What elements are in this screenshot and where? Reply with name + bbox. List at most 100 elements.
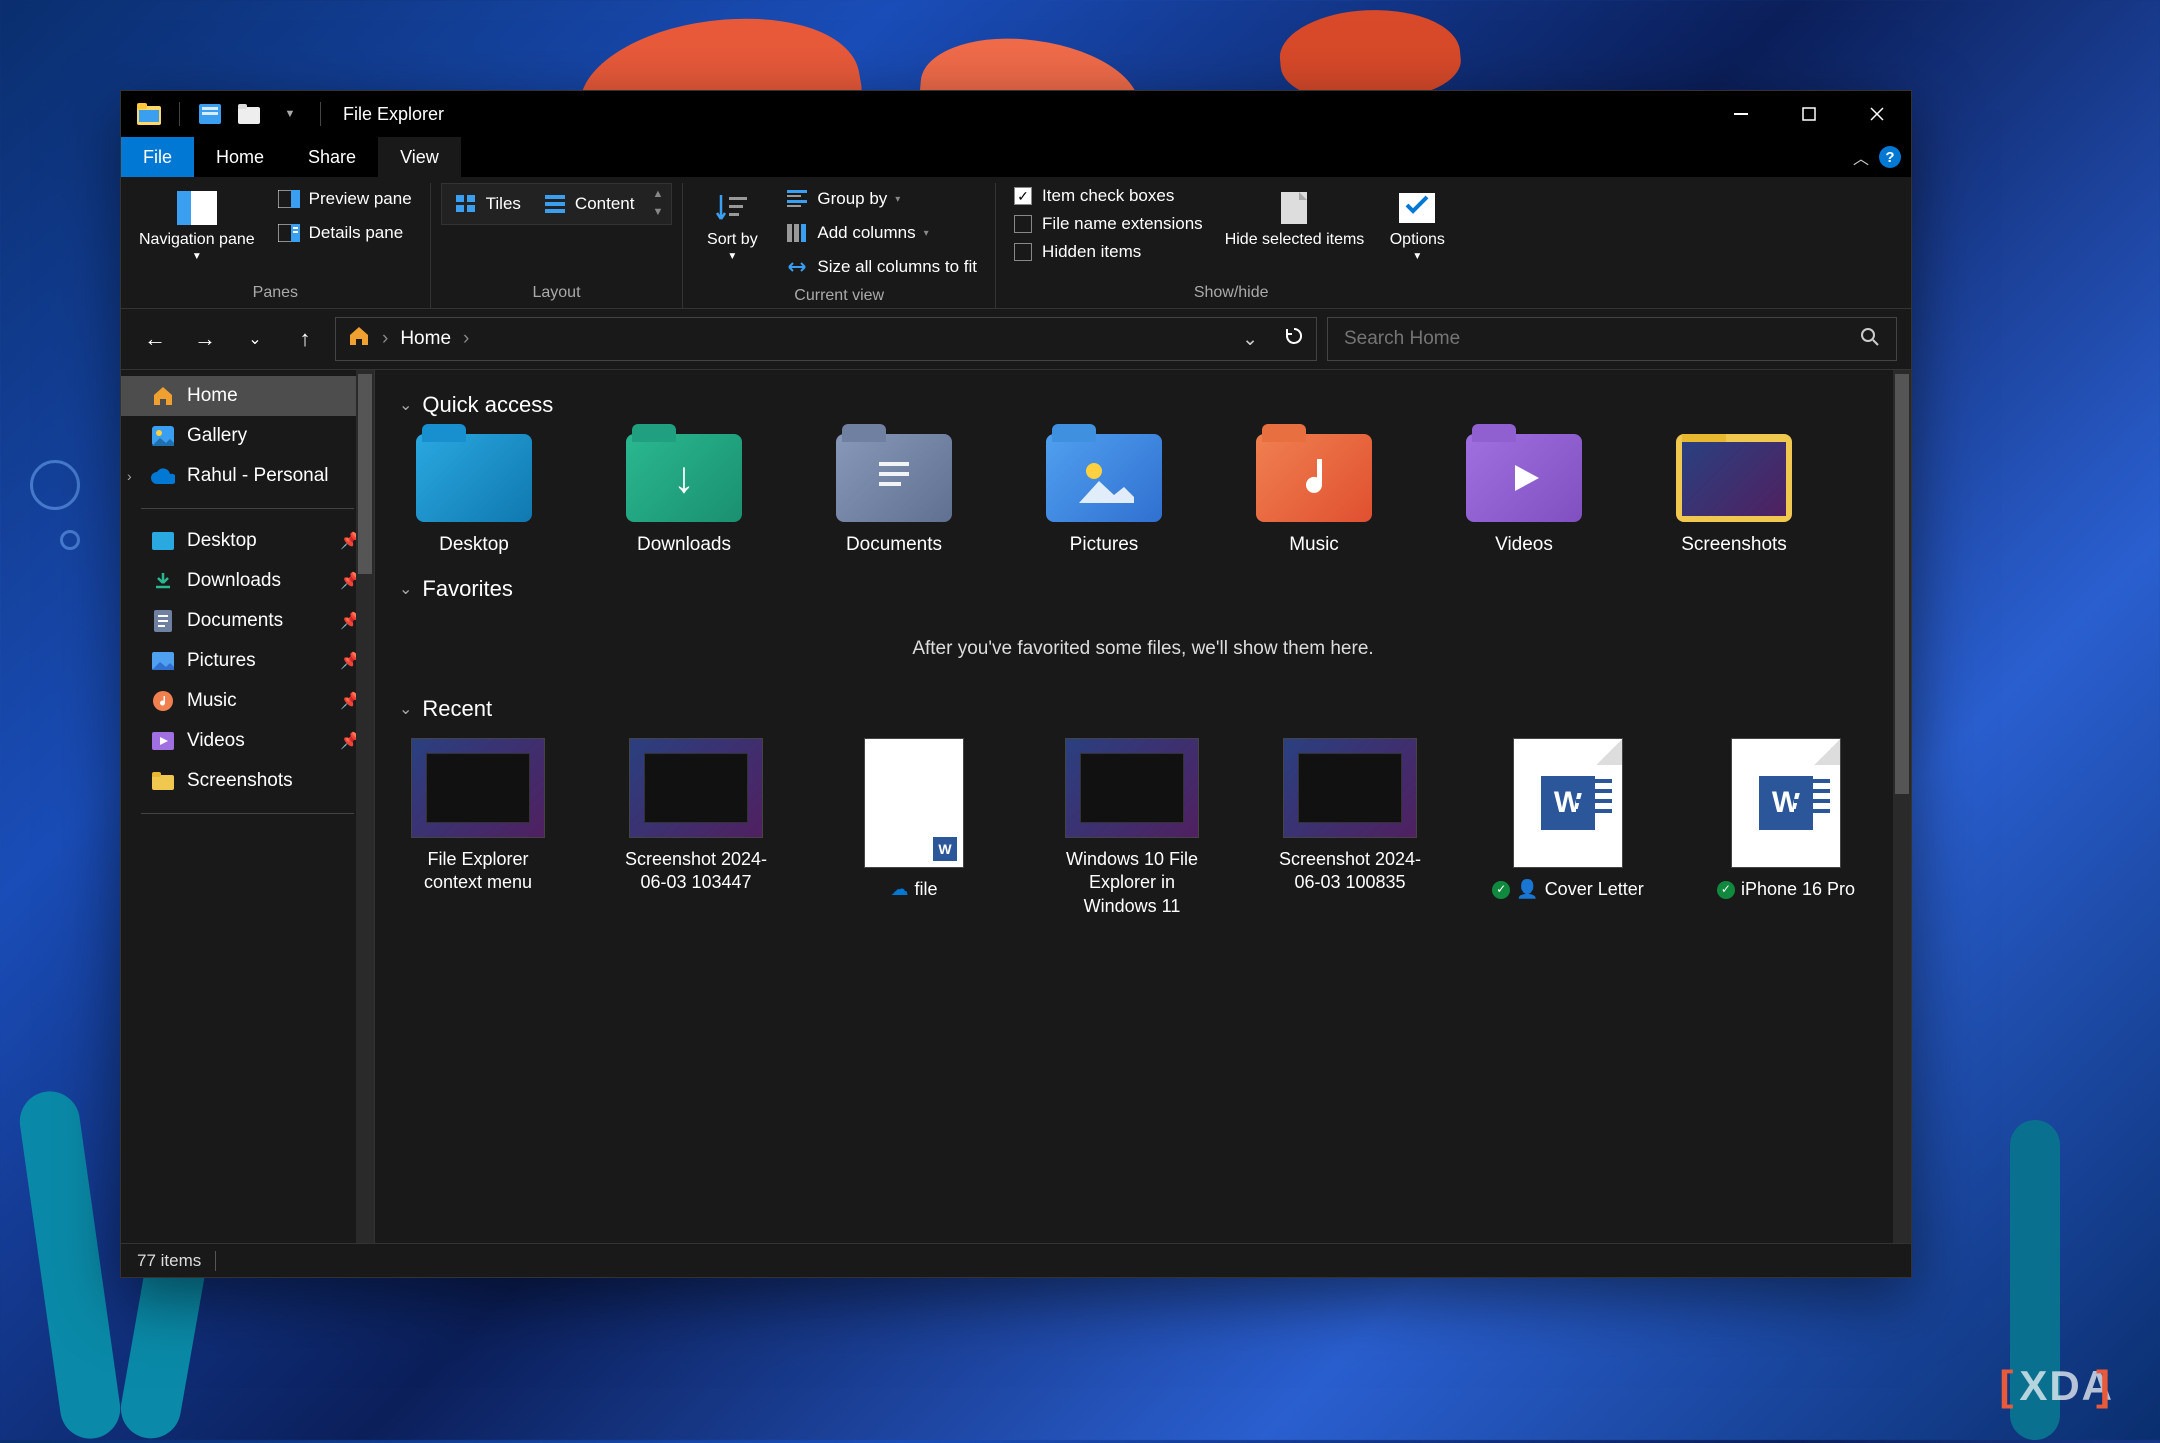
recent-item[interactable]: Windows 10 File Explorer in Windows 11 <box>1053 738 1211 918</box>
layout-scroll-down-icon[interactable]: ▼ <box>652 206 663 218</box>
options-button[interactable]: Options▼ <box>1378 183 1456 266</box>
sidebar-item-gallery[interactable]: Gallery <box>121 416 374 456</box>
sidebar-item-downloads[interactable]: Downloads📌 <box>121 561 374 601</box>
help-icon[interactable]: ? <box>1879 146 1901 168</box>
gallery-icon <box>151 424 175 448</box>
downloads-icon <box>151 569 175 593</box>
window-title: File Explorer <box>343 104 444 125</box>
sort-by-button[interactable]: Sort by▼ <box>693 183 771 266</box>
quick-access-documents[interactable]: Documents <box>819 434 969 556</box>
maximize-button[interactable] <box>1775 91 1843 137</box>
panes-group-label: Panes <box>131 280 420 308</box>
breadcrumb-chevron-icon: › <box>382 328 388 350</box>
section-recent[interactable]: ⌄Recent <box>399 696 1887 722</box>
group-by-icon <box>785 187 809 211</box>
sync-ok-icon: ✓ <box>1492 881 1510 899</box>
content-scrollbar[interactable] <box>1893 370 1911 1243</box>
add-columns-icon <box>785 221 809 245</box>
section-label: Favorites <box>422 576 512 602</box>
recent-item[interactable]: W ✓👤Cover Letter <box>1489 738 1647 918</box>
breadcrumb-chevron-icon: › <box>463 328 469 350</box>
qat-properties-icon[interactable] <box>196 100 224 128</box>
navigation-pane: Home Gallery ›Rahul - Personal Desktop📌 … <box>121 370 375 1243</box>
sidebar-item-label: Gallery <box>187 425 247 447</box>
section-favorites[interactable]: ⌄Favorites <box>399 576 1887 602</box>
sidebar-item-pictures[interactable]: Pictures📌 <box>121 641 374 681</box>
layout-scroll-up-icon[interactable]: ▲ <box>652 188 663 200</box>
sidebar-item-label: Desktop <box>187 530 257 552</box>
search-input[interactable] <box>1344 328 1860 350</box>
file-extensions-toggle[interactable]: File name extensions <box>1006 211 1211 237</box>
sidebar-scrollbar[interactable] <box>356 370 374 1243</box>
item-label: Windows 10 File Explorer in Windows 11 <box>1053 848 1211 918</box>
sync-ok-icon: ✓ <box>1717 881 1735 899</box>
layout-tiles-button[interactable]: Tiles <box>446 188 529 220</box>
sidebar-item-screenshots[interactable]: Screenshots <box>121 761 374 801</box>
favorites-empty-message: After you've favorited some files, we'll… <box>399 618 1887 690</box>
checkbox-unchecked-icon <box>1014 243 1032 261</box>
size-all-columns-button[interactable]: Size all columns to fit <box>777 251 985 283</box>
layout-content-button[interactable]: Content <box>535 188 643 220</box>
refresh-button[interactable] <box>1284 326 1304 352</box>
ribbon-tabs: File Home Share View ︿ ? <box>121 137 1911 177</box>
item-label: ✓👤Cover Letter <box>1492 878 1643 901</box>
search-icon <box>1860 327 1880 352</box>
sidebar-item-onedrive[interactable]: ›Rahul - Personal <box>121 456 374 496</box>
sidebar-item-documents[interactable]: Documents📌 <box>121 601 374 641</box>
hide-selected-button[interactable]: Hide selected items <box>1217 183 1373 253</box>
preview-pane-label: Preview pane <box>309 189 412 209</box>
checkbox-checked-icon: ✓ <box>1014 187 1032 205</box>
chevron-right-icon[interactable]: › <box>127 468 132 484</box>
currentview-group-label: Current view <box>693 283 985 311</box>
word-document-icon: W <box>1513 738 1623 868</box>
recent-item[interactable]: W☁file <box>835 738 993 918</box>
hide-selected-icon <box>1274 187 1316 229</box>
back-button[interactable]: ← <box>135 319 175 359</box>
close-button[interactable] <box>1843 91 1911 137</box>
hidden-items-toggle[interactable]: Hidden items <box>1006 239 1211 265</box>
details-pane-button[interactable]: Details pane <box>269 217 420 249</box>
quick-access-screenshots[interactable]: Screenshots <box>1659 434 1809 556</box>
tab-home[interactable]: Home <box>194 137 286 177</box>
sidebar-item-videos[interactable]: Videos📌 <box>121 721 374 761</box>
item-label: File Explorer context menu <box>399 848 557 895</box>
sidebar-item-music[interactable]: Music📌 <box>121 681 374 721</box>
quick-access-pictures[interactable]: Pictures <box>1029 434 1179 556</box>
sidebar-item-label: Music <box>187 690 237 712</box>
sidebar-item-desktop[interactable]: Desktop📌 <box>121 521 374 561</box>
tab-file[interactable]: File <box>121 137 194 177</box>
qat-newfolder-icon[interactable] <box>236 100 264 128</box>
size-columns-label: Size all columns to fit <box>817 257 977 277</box>
status-item-count: 77 items <box>137 1251 201 1271</box>
recent-item[interactable]: W✓iPhone 16 Pro <box>1707 738 1865 918</box>
ribbon-group-showhide: ✓Item check boxes File name extensions H… <box>996 183 1466 308</box>
address-bar[interactable]: › Home › ⌄ <box>335 317 1317 361</box>
recent-item[interactable]: File Explorer context menu <box>399 738 557 918</box>
history-dropdown[interactable]: ⌄ <box>235 319 275 359</box>
recent-item[interactable]: Screenshot 2024-06-03 103447 <box>617 738 775 918</box>
breadcrumb-home[interactable]: Home <box>400 328 451 350</box>
quick-access-videos[interactable]: Videos <box>1449 434 1599 556</box>
quick-access-desktop[interactable]: Desktop <box>399 434 549 556</box>
section-quick-access[interactable]: ⌄Quick access <box>399 392 1887 418</box>
qat-dropdown-icon[interactable]: ▼ <box>276 100 304 128</box>
tab-share[interactable]: Share <box>286 137 378 177</box>
home-icon <box>348 325 370 353</box>
collapse-ribbon-icon[interactable]: ︿ <box>1853 145 1869 169</box>
navigation-pane-button[interactable]: Navigation pane▼ <box>131 183 263 266</box>
minimize-button[interactable] <box>1707 91 1775 137</box>
address-dropdown-icon[interactable]: ⌄ <box>1242 328 1258 351</box>
item-checkboxes-toggle[interactable]: ✓Item check boxes <box>1006 183 1211 209</box>
sidebar-item-home[interactable]: Home <box>121 376 374 416</box>
search-box[interactable] <box>1327 317 1897 361</box>
recent-item[interactable]: Screenshot 2024-06-03 100835 <box>1271 738 1429 918</box>
forward-button[interactable]: → <box>185 319 225 359</box>
quick-access-downloads[interactable]: ↓Downloads <box>609 434 759 556</box>
music-icon <box>151 689 175 713</box>
tab-view[interactable]: View <box>378 137 461 177</box>
quick-access-music[interactable]: Music <box>1239 434 1389 556</box>
preview-pane-button[interactable]: Preview pane <box>269 183 420 215</box>
add-columns-button[interactable]: Add columns ▾ <box>777 217 985 249</box>
group-by-button[interactable]: Group by ▾ <box>777 183 985 215</box>
up-button[interactable]: ↑ <box>285 319 325 359</box>
